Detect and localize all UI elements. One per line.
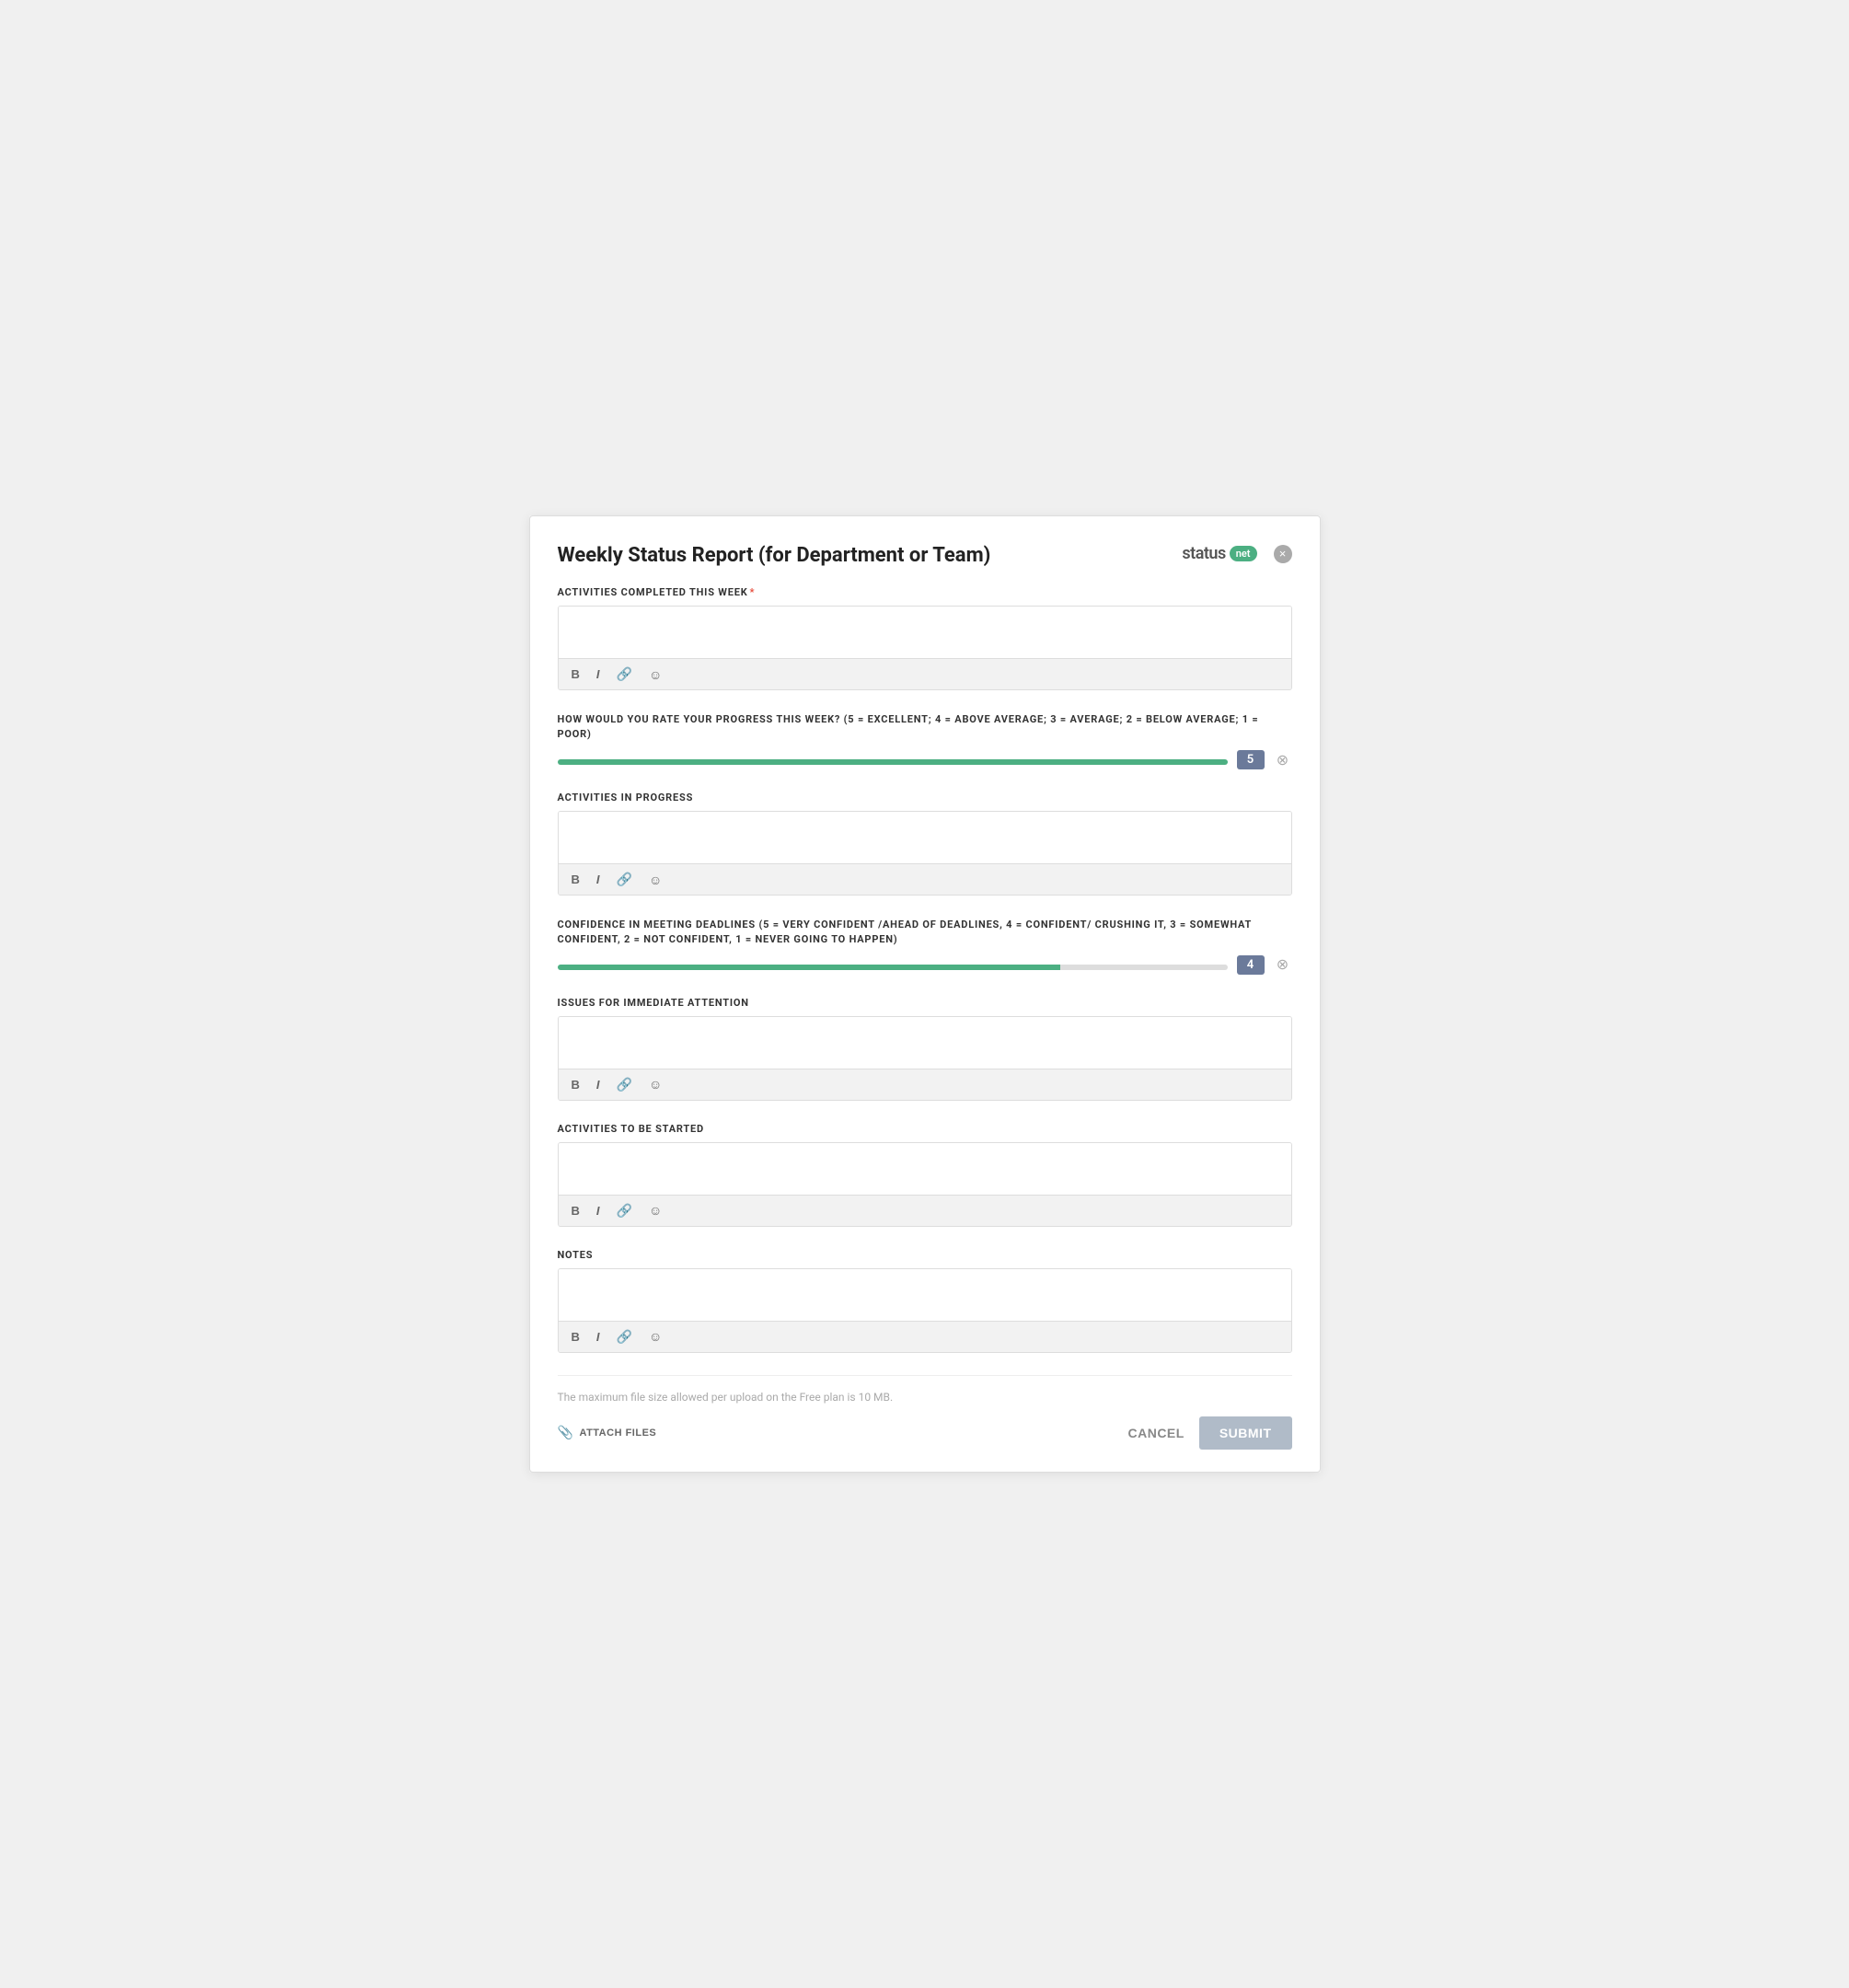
close-button[interactable]: × — [1274, 545, 1292, 563]
brand-badge: net — [1230, 546, 1257, 561]
link-icon-5: 🔗 — [617, 1329, 632, 1345]
confidence-slider-row: 4 ⊗ — [558, 955, 1292, 975]
emoji-button-5[interactable]: ☺ — [645, 1327, 665, 1346]
bold-button-5[interactable]: B — [568, 1328, 584, 1346]
progress-slider-row: 5 ⊗ — [558, 750, 1292, 769]
notes-section: NOTES B I 🔗 ☺ — [558, 1249, 1292, 1353]
italic-button-3[interactable]: I — [593, 1076, 604, 1093]
activities-in-progress-label: ACTIVITIES IN PROGRESS — [558, 792, 1292, 803]
link-button-5[interactable]: 🔗 — [613, 1327, 636, 1347]
activities-completed-toolbar: B I 🔗 ☺ — [559, 658, 1291, 689]
issues-attention-label: ISSUES FOR IMMEDIATE ATTENTION — [558, 997, 1292, 1009]
activities-to-start-input[interactable] — [559, 1143, 1291, 1191]
bold-button-3[interactable]: B — [568, 1076, 584, 1093]
activities-completed-input[interactable] — [559, 607, 1291, 654]
link-button-2[interactable]: 🔗 — [613, 870, 636, 889]
issues-attention-input[interactable] — [559, 1017, 1291, 1065]
issues-attention-toolbar: B I 🔗 ☺ — [559, 1069, 1291, 1100]
modal-title-group: Weekly Status Report (for Department or … — [558, 544, 991, 568]
activities-completed-editor: B I 🔗 ☺ — [558, 606, 1292, 690]
notes-toolbar: B I 🔗 ☺ — [559, 1321, 1291, 1352]
issues-attention-section: ISSUES FOR IMMEDIATE ATTENTION B I 🔗 ☺ — [558, 997, 1292, 1101]
confidence-rating-slider[interactable] — [558, 965, 1228, 970]
progress-rating-clear[interactable]: ⊗ — [1274, 751, 1292, 769]
emoji-button-1[interactable]: ☺ — [645, 665, 665, 684]
footer-actions: 📎 ATTACH FILES CANCEL SUBMIT — [558, 1416, 1292, 1450]
italic-button-1[interactable]: I — [593, 665, 604, 683]
brand-logo: status net — [1182, 544, 1256, 563]
emoji-icon-5: ☺ — [649, 1329, 662, 1344]
emoji-button-4[interactable]: ☺ — [645, 1201, 665, 1219]
header-right: status net × — [1182, 544, 1291, 563]
notes-editor: B I 🔗 ☺ — [558, 1268, 1292, 1353]
link-icon-4: 🔗 — [617, 1203, 632, 1219]
submit-button[interactable]: SUBMIT — [1199, 1416, 1292, 1450]
progress-slider-container — [558, 751, 1228, 769]
cancel-button[interactable]: CANCEL — [1127, 1426, 1184, 1440]
confidence-rating-label: CONFIDENCE IN MEETING DEADLINES (5 = VER… — [558, 918, 1292, 946]
activities-in-progress-section: ACTIVITIES IN PROGRESS B I 🔗 ☺ — [558, 792, 1292, 896]
modal-header: Weekly Status Report (for Department or … — [558, 544, 1292, 568]
right-actions: CANCEL SUBMIT — [1127, 1416, 1291, 1450]
required-indicator: * — [750, 586, 756, 598]
activities-to-start-section: ACTIVITIES TO BE STARTED B I 🔗 ☺ — [558, 1123, 1292, 1227]
issues-attention-editor: B I 🔗 ☺ — [558, 1016, 1292, 1101]
attach-label: ATTACH FILES — [579, 1427, 656, 1439]
progress-rating-section: HOW WOULD YOU RATE YOUR PROGRESS THIS WE… — [558, 712, 1292, 769]
bold-button-4[interactable]: B — [568, 1202, 584, 1219]
link-button-4[interactable]: 🔗 — [613, 1201, 636, 1220]
activities-in-progress-editor: B I 🔗 ☺ — [558, 811, 1292, 896]
activities-in-progress-input[interactable] — [559, 812, 1291, 860]
modal-footer: The maximum file size allowed per upload… — [558, 1375, 1292, 1450]
emoji-icon-2: ☺ — [649, 873, 662, 887]
clear-icon-confidence: ⊗ — [1277, 955, 1289, 974]
link-icon-2: 🔗 — [617, 872, 632, 887]
activities-completed-section: ACTIVITIES COMPLETED THIS WEEK* B I 🔗 ☺ — [558, 586, 1292, 690]
bold-button-1[interactable]: B — [568, 665, 584, 683]
emoji-icon-3: ☺ — [649, 1077, 662, 1092]
link-icon-3: 🔗 — [617, 1077, 632, 1092]
activities-to-start-label: ACTIVITIES TO BE STARTED — [558, 1123, 1292, 1135]
attach-files-button[interactable]: 📎 ATTACH FILES — [558, 1425, 657, 1440]
confidence-rating-clear[interactable]: ⊗ — [1274, 955, 1292, 974]
brand-text: status — [1182, 544, 1225, 563]
modal-title: Weekly Status Report (for Department or … — [558, 544, 991, 568]
emoji-icon-1: ☺ — [649, 667, 662, 682]
activities-to-start-editor: B I 🔗 ☺ — [558, 1142, 1292, 1227]
emoji-button-2[interactable]: ☺ — [645, 871, 665, 889]
modal-backdrop: Weekly Status Report (for Department or … — [529, 515, 1321, 1473]
activities-in-progress-toolbar: B I 🔗 ☺ — [559, 863, 1291, 895]
confidence-rating-value: 4 — [1237, 955, 1265, 975]
notes-input[interactable] — [559, 1269, 1291, 1317]
link-icon-1: 🔗 — [617, 666, 632, 682]
bold-button-2[interactable]: B — [568, 871, 584, 888]
confidence-rating-section: CONFIDENCE IN MEETING DEADLINES (5 = VER… — [558, 918, 1292, 975]
activities-completed-label: ACTIVITIES COMPLETED THIS WEEK* — [558, 586, 1292, 598]
italic-button-2[interactable]: I — [593, 871, 604, 888]
italic-button-4[interactable]: I — [593, 1202, 604, 1219]
attach-icon: 📎 — [558, 1425, 574, 1440]
activities-to-start-toolbar: B I 🔗 ☺ — [559, 1195, 1291, 1226]
italic-button-5[interactable]: I — [593, 1328, 604, 1346]
modal: Weekly Status Report (for Department or … — [529, 515, 1321, 1473]
clear-icon-progress: ⊗ — [1277, 751, 1289, 769]
notes-label: NOTES — [558, 1249, 1292, 1261]
progress-rating-label: HOW WOULD YOU RATE YOUR PROGRESS THIS WE… — [558, 712, 1292, 741]
emoji-button-3[interactable]: ☺ — [645, 1075, 665, 1093]
link-button-3[interactable]: 🔗 — [613, 1075, 636, 1094]
emoji-icon-4: ☺ — [649, 1203, 662, 1218]
progress-rating-slider[interactable] — [558, 759, 1228, 765]
confidence-slider-container — [558, 956, 1228, 974]
progress-rating-value: 5 — [1237, 750, 1265, 769]
link-button-1[interactable]: 🔗 — [613, 665, 636, 684]
file-size-note: The maximum file size allowed per upload… — [558, 1391, 1292, 1404]
